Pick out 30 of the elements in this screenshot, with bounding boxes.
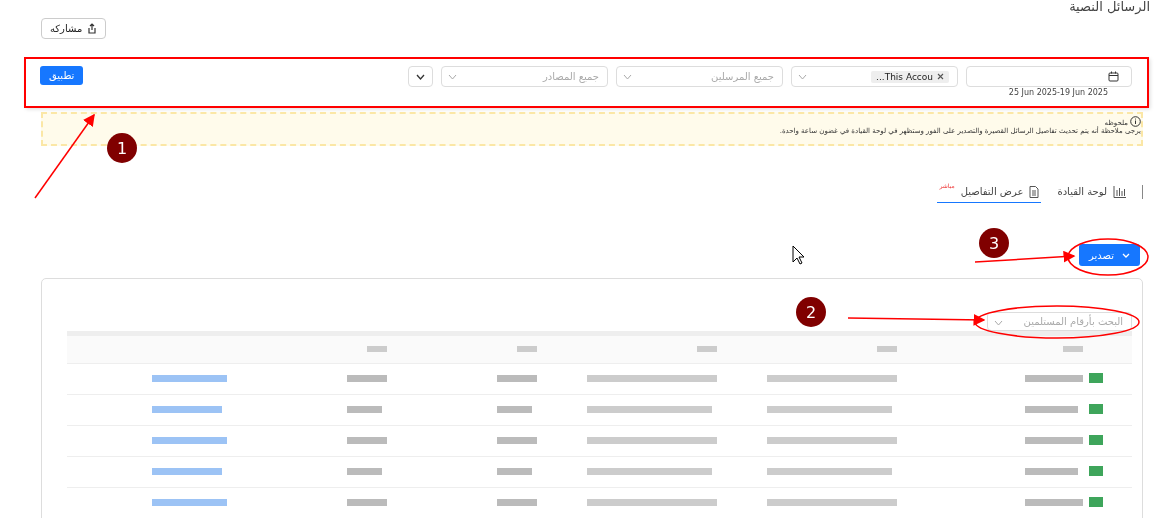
senders-select[interactable]: جميع المرسلين [616, 66, 783, 87]
recipient-search-select[interactable]: البحث بأرقام المستلمين [987, 312, 1132, 331]
bar-chart-icon [1113, 185, 1126, 198]
share-button[interactable]: مشاركه [41, 18, 107, 39]
info-icon [1130, 116, 1141, 127]
mouse-pointer-icon [792, 245, 805, 265]
annotation-marker: 2 [796, 297, 826, 327]
annotation-marker: 3 [979, 228, 1009, 258]
page-title: الرسائل النصية [1069, 0, 1150, 14]
tab[interactable]: عرض التفاصيل $^{مباشر}$ [937, 181, 1042, 203]
account-select[interactable]: This Accou... [791, 66, 958, 87]
export-button[interactable]: تصدير [1079, 244, 1140, 266]
chevron-down-icon [416, 73, 425, 80]
share-icon [87, 23, 98, 34]
document-icon [1029, 185, 1040, 198]
account-tag: This Accou... [871, 70, 949, 83]
date-range-field[interactable] [966, 66, 1132, 87]
sources-select[interactable]: جميع المصادر [441, 66, 608, 87]
caret-icon [448, 74, 457, 80]
caret-icon [623, 74, 632, 80]
remove-icon[interactable] [937, 73, 944, 80]
calendar-icon [1108, 71, 1119, 82]
caret-icon [994, 320, 1003, 326]
chevron-down-icon [1122, 252, 1130, 258]
tab[interactable]: لوحة القيادة [1055, 181, 1128, 203]
annotation-marker: 1 [107, 133, 137, 163]
apply-button[interactable]: تطبيق [40, 65, 84, 85]
caret-icon [798, 74, 807, 80]
dropdown-button[interactable] [408, 66, 433, 87]
date-range-text: 25 Jun 2025-19 Jun 2025 [1008, 88, 1108, 97]
